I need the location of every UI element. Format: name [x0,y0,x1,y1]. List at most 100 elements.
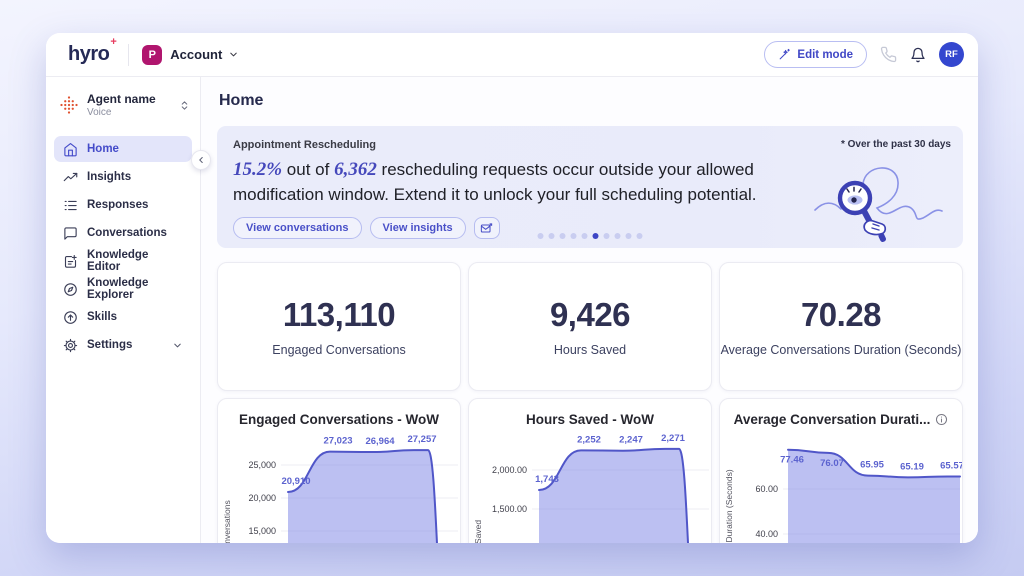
sidebar-item-knowledge-explorer[interactable]: Knowledge Explorer [54,276,192,302]
sidebar: Agent name Voice Home Insights Responses Co… [46,77,201,543]
svg-text:2,252: 2,252 [577,434,601,445]
carousel-dot[interactable] [626,233,632,239]
svg-text:76.07: 76.07 [820,458,844,469]
chart-y-axis-label: Hours Saved [473,520,483,543]
chart-title: Average Conversation Durati... [734,412,931,427]
sidebar-item-responses[interactable]: Responses [54,192,192,218]
svg-text:20,910: 20,910 [281,476,310,487]
home-icon [63,142,78,157]
sidebar-item-label: Conversations [87,227,167,239]
main-content: Home Appointment Rescheduling 15.2% out … [201,77,978,543]
svg-text:1,500.00: 1,500.00 [492,504,527,514]
carousel-dot[interactable] [582,233,588,239]
carousel-dots [538,233,643,239]
sidebar-item-label: Home [87,143,119,155]
agent-selector[interactable]: Agent name Voice [46,86,200,128]
chart-card: Hours Saved - WoW2,000.001,500.001,7432,… [468,398,712,543]
banner-eyebrow: Appointment Rescheduling [233,139,947,151]
stat-label: Hours Saved [554,343,626,357]
workspace-switcher[interactable]: P Account [142,45,239,65]
sidebar-item-label: Skills [87,311,117,323]
sidebar-item-knowledge-editor[interactable]: Knowledge Editor [54,248,192,274]
skills-icon [63,310,78,325]
settings-icon [63,338,78,353]
stats-row: 113,110 Engaged Conversations 9,426 Hour… [217,262,963,391]
carousel-dot[interactable] [538,233,544,239]
chart-card: Average Conversation Durati...60.0040.00… [719,398,963,543]
sidebar-item-label: Knowledge Editor [87,249,183,273]
top-bar: hyro+ P Account Edit mode RF [46,33,978,77]
view-insights-button[interactable]: View insights [370,217,466,239]
stat-value: 9,426 [550,296,630,334]
sidebar-item-conversations[interactable]: Conversations [54,220,192,246]
chevron-down-icon [172,340,183,351]
chevrons-up-down-icon [179,100,190,111]
agent-name: Agent name [87,92,171,106]
edit-mode-label: Edit mode [797,49,853,61]
workspace-name: Account [170,47,222,62]
conversations-icon [63,226,78,241]
sidebar-item-settings[interactable]: Settings [54,332,192,358]
svg-text:1,743: 1,743 [535,474,559,485]
responses-icon [63,198,78,213]
chart-title: Hours Saved - WoW [526,412,654,427]
carousel-dot[interactable] [637,233,643,239]
chevron-left-icon [196,155,206,165]
carousel-dot[interactable] [549,233,555,239]
sidebar-item-label: Knowledge Explorer [87,277,183,301]
info-icon[interactable] [935,413,948,426]
stat-label: Average Conversations Duration (Seconds) [721,343,962,357]
sidebar-item-home[interactable]: Home [54,136,192,162]
bell-icon[interactable] [910,47,926,63]
svg-text:27,023: 27,023 [323,436,352,447]
svg-text:2,271: 2,271 [661,433,685,444]
charts-row: Engaged Conversations - WoW 25,000 20,000 1… [217,398,963,543]
svg-text:2,247: 2,247 [619,435,643,446]
carousel-dot[interactable] [571,233,577,239]
svg-text:20,000: 20,000 [248,493,276,503]
stat-card-engaged-conversations: 113,110 Engaged Conversations [217,262,461,391]
svg-text:77.46: 77.46 [780,455,804,466]
sidebar-item-insights[interactable]: Insights [54,164,192,190]
carousel-dot-active[interactable] [593,233,599,239]
svg-text:26,964: 26,964 [365,436,395,447]
sidebar-item-skills[interactable]: Skills [54,304,192,330]
wand-icon [778,48,791,61]
agent-dotted-icon [59,95,79,115]
phone-icon[interactable] [880,46,897,63]
stat-value: 70.28 [801,296,881,334]
banner-message: 15.2% out of 6,362 rescheduling requests… [233,157,793,207]
sidebar-nav: Home Insights Responses Conversations Knowle… [46,136,200,358]
chart-y-axis-label: Engaged Conversations [222,500,232,543]
insight-banner: Appointment Rescheduling 15.2% out of 6,… [217,126,963,248]
hyro-logo: hyro+ [68,43,115,66]
sidebar-collapse-button[interactable] [191,150,211,170]
sidebar-item-label: Responses [87,199,148,211]
sidebar-item-label: Settings [87,339,132,351]
carousel-dot[interactable] [604,233,610,239]
agent-type: Voice [87,107,171,118]
svg-text:40.00: 40.00 [755,529,778,539]
envelope-share-icon [480,222,493,235]
edit-mode-button[interactable]: Edit mode [764,41,867,68]
chart-title: Engaged Conversations - WoW [239,412,439,427]
sidebar-item-label: Insights [87,171,131,183]
share-insight-button[interactable] [474,217,500,239]
svg-text:27,257: 27,257 [407,434,436,445]
knowledge-editor-icon [63,254,78,269]
banner-stat-percent: 15.2% [233,159,282,180]
svg-text:25,000: 25,000 [248,460,276,470]
chart-card: Engaged Conversations - WoW 25,000 20,000 1… [217,398,461,543]
page-title: Home [219,92,963,110]
topbar-divider [128,44,129,66]
carousel-dot[interactable] [560,233,566,239]
svg-text:65.95: 65.95 [860,460,884,471]
logo-plus-mark: + [110,36,116,48]
svg-text:65.57: 65.57 [940,460,963,471]
user-avatar[interactable]: RF [939,42,964,67]
view-conversations-button[interactable]: View conversations [233,217,362,239]
stat-value: 113,110 [283,296,395,334]
svg-text:15,000: 15,000 [248,526,276,536]
carousel-dot[interactable] [615,233,621,239]
svg-text:65.19: 65.19 [900,461,924,472]
